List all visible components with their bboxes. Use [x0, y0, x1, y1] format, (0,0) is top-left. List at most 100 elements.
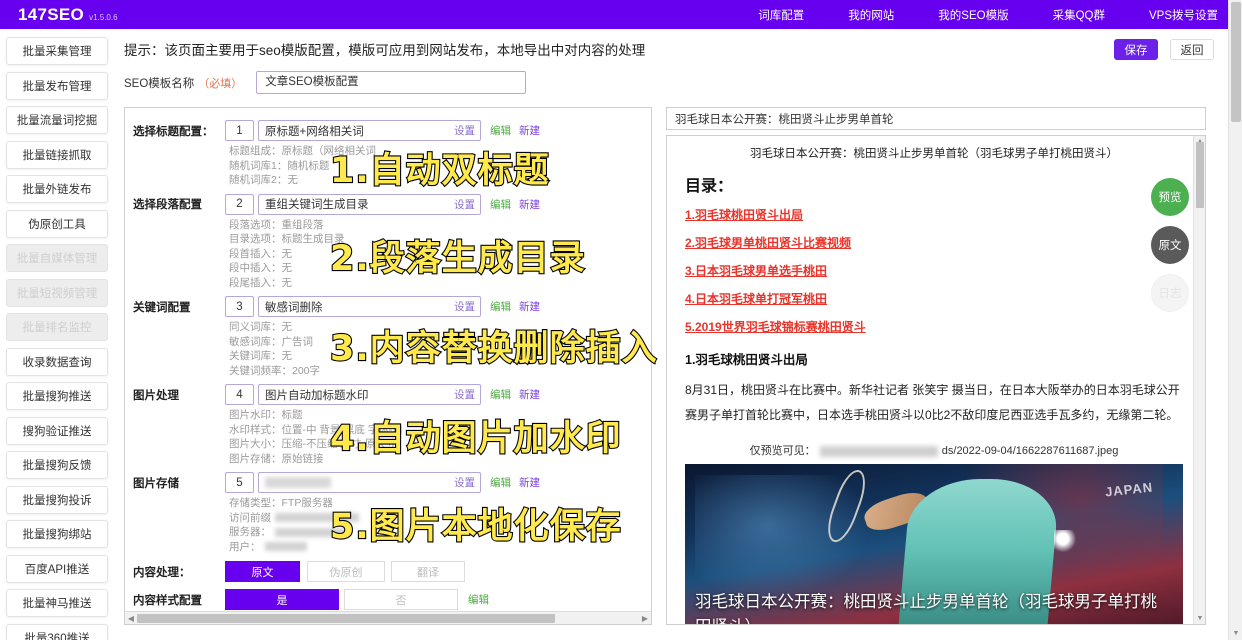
- config-set-title[interactable]: 设置: [454, 123, 475, 138]
- config-select-keyword[interactable]: 敏感词删除 设置: [258, 296, 481, 317]
- toc-link-3[interactable]: 3.日本羽毛球男单选手桃田: [685, 262, 1183, 279]
- sidebar: 批量采集管理 批量发布管理 批量流量词挖掘 批量链接抓取 批量外链发布 伪原创工…: [0, 29, 114, 640]
- annotation-5: 5.图片本地化保存: [330, 498, 622, 549]
- preview-panel: 羽毛球日本公开赛：桃田贤斗止步男单首轮（羽毛球男子单打桃田贤斗） 目录： 1.羽…: [666, 135, 1206, 625]
- config-new-title[interactable]: 新建: [519, 123, 540, 138]
- config-select-title[interactable]: 原标题+网络相关词 设置: [258, 120, 481, 141]
- original-text-button[interactable]: 原文: [1151, 226, 1189, 264]
- config-set-keyword[interactable]: 设置: [454, 299, 475, 314]
- content-style-label: 内容样式配置: [133, 592, 225, 608]
- content-style-row: 内容样式配置 是 否 编辑: [133, 589, 651, 610]
- config-value-keyword: 敏感词删除: [265, 299, 323, 315]
- page-scroll-thumb[interactable]: [1231, 2, 1241, 122]
- sidebar-item-shenma-push[interactable]: 批量神马推送: [6, 589, 108, 617]
- config-edit-image-process[interactable]: 编辑: [490, 387, 511, 402]
- page-scrollbar[interactable]: ▲ ▼: [1228, 0, 1242, 640]
- config-value-image-process: 图片自动加标题水印: [265, 387, 369, 403]
- sidebar-item-batch-publish[interactable]: 批量发布管理: [6, 72, 108, 100]
- sidebar-item-traffic-keyword[interactable]: 批量流量词挖掘: [6, 106, 108, 134]
- sidebar-item-baidu-api-push[interactable]: 百度API推送: [6, 555, 108, 583]
- config-index-title[interactable]: 1: [225, 120, 254, 141]
- config-edit-keyword[interactable]: 编辑: [490, 299, 511, 314]
- toc-link-4[interactable]: 4.日本羽毛球单打冠军桃田: [685, 290, 1183, 307]
- top-navigation: 词库配置 我的网站 我的SEO模版 采集QQ群 VPS拨号设置: [714, 7, 1242, 23]
- config-panel-hscrollbar[interactable]: ◀ ▶: [125, 611, 651, 624]
- nav-item-qq-group[interactable]: 采集QQ群: [1053, 7, 1105, 23]
- sidebar-item-batch-collect[interactable]: 批量采集管理: [6, 37, 108, 65]
- sidebar-item-sogou-bind-site[interactable]: 批量搜狗绑站: [6, 520, 108, 548]
- nav-item-vps-settings[interactable]: VPS拨号设置: [1149, 7, 1218, 23]
- content-process-option-pseudo[interactable]: 伪原创: [307, 561, 385, 582]
- config-set-paragraph[interactable]: 设置: [454, 197, 475, 212]
- config-label-keyword: 关键词配置: [133, 299, 225, 315]
- config-label-title: 选择标题配置：: [133, 123, 225, 139]
- config-set-image-storage[interactable]: 设置: [454, 475, 475, 490]
- template-name-input[interactable]: 文章SEO模板配置: [256, 71, 526, 94]
- config-actions-image-process: 编辑 新建: [490, 387, 540, 402]
- config-new-keyword[interactable]: 新建: [519, 299, 540, 314]
- nav-item-cikupeizhi[interactable]: 词库配置: [758, 7, 804, 23]
- sidebar-item-sogou-feedback[interactable]: 批量搜狗反馈: [6, 451, 108, 479]
- config-index-image-storage[interactable]: 5: [225, 472, 254, 493]
- config-value-title: 原标题+网络相关词: [265, 123, 364, 139]
- config-edit-image-storage[interactable]: 编辑: [490, 475, 511, 490]
- hscroll-thumb[interactable]: [137, 614, 555, 623]
- sidebar-item-short-video: 批量短视频管理: [6, 279, 108, 307]
- config-edit-title[interactable]: 编辑: [490, 123, 511, 138]
- brand-version: v1.5.0.6: [89, 13, 117, 22]
- config-new-image-storage[interactable]: 新建: [519, 475, 540, 490]
- preview-button[interactable]: 预览: [1151, 178, 1189, 216]
- preview-vscrollbar[interactable]: ▲ ▼: [1193, 136, 1205, 624]
- config-index-paragraph[interactable]: 2: [225, 194, 254, 215]
- save-button[interactable]: 保存: [1114, 39, 1158, 60]
- image-watermark-text: 羽毛球日本公开赛：桃田贤斗止步男单首轮（羽毛球男子单打桃田贤斗）: [685, 590, 1183, 625]
- nav-item-my-seo-template[interactable]: 我的SEO模版: [938, 7, 1008, 23]
- sidebar-item-index-query[interactable]: 收录数据查询: [6, 348, 108, 376]
- sidebar-item-rank-monitor: 批量排名监控: [6, 313, 108, 341]
- sidebar-item-external-link[interactable]: 批量外链发布: [6, 175, 108, 203]
- config-row-paragraph: 选择段落配置 2 重组关键词生成目录 设置 编辑 新建: [133, 194, 651, 215]
- image-url-suffix: ds/2022-09-04/1662287611687.jpeg: [942, 445, 1119, 457]
- sidebar-item-sogou-verify-push[interactable]: 搜狗验证推送: [6, 417, 108, 445]
- config-edit-paragraph[interactable]: 编辑: [490, 197, 511, 212]
- sidebar-item-sogou-complaint[interactable]: 批量搜狗投诉: [6, 486, 108, 514]
- config-value-image-storage: [265, 477, 331, 488]
- config-label-image-process: 图片处理: [133, 387, 225, 403]
- page-scroll-down-icon[interactable]: ▼: [1229, 627, 1242, 640]
- template-name-required-mark: （必填）: [198, 75, 242, 91]
- scroll-down-arrow-icon[interactable]: ▼: [1194, 613, 1206, 624]
- toc-link-2[interactable]: 2.羽毛球男单桃田贤斗比赛视频: [685, 234, 1183, 251]
- config-set-image-process[interactable]: 设置: [454, 387, 475, 402]
- content-process-option-translate[interactable]: 翻译: [391, 561, 465, 582]
- content-style-edit[interactable]: 编辑: [468, 592, 489, 607]
- config-actions-image-storage: 编辑 新建: [490, 475, 540, 490]
- sidebar-item-360-push[interactable]: 批量360推送: [6, 624, 108, 640]
- toc-link-1[interactable]: 1.羽毛球桃田贤斗出局: [685, 206, 1183, 223]
- content-style-option-no[interactable]: 否: [344, 589, 458, 610]
- config-select-paragraph[interactable]: 重组关键词生成目录 设置: [258, 194, 481, 215]
- config-new-image-process[interactable]: 新建: [519, 387, 540, 402]
- config-select-image-process[interactable]: 图片自动加标题水印 设置: [258, 384, 481, 405]
- toc-link-5[interactable]: 5.2019世界羽毛球锦标赛桃田贤斗: [685, 318, 1183, 335]
- config-label-paragraph: 选择段落配置: [133, 196, 225, 212]
- sidebar-item-self-media: 批量自媒体管理: [6, 244, 108, 272]
- content-style-option-yes[interactable]: 是: [225, 589, 339, 610]
- content-process-option-original[interactable]: 原文: [225, 561, 300, 582]
- sidebar-item-pseudo-original-tool[interactable]: 伪原创工具: [6, 210, 108, 238]
- sidebar-item-link-crawl[interactable]: 批量链接抓取: [6, 141, 108, 169]
- image-url-line: 仅预览可见： ds/2022-09-04/1662287611687.jpeg: [685, 442, 1183, 458]
- vscroll-thumb[interactable]: [1196, 142, 1204, 208]
- annotation-3: 3.内容替换删除插入: [330, 320, 658, 371]
- template-name-row: SEO模板名称 （必填） 文章SEO模板配置: [124, 71, 526, 94]
- preview-content: 羽毛球日本公开赛：桃田贤斗止步男单首轮（羽毛球男子单打桃田贤斗） 目录： 1.羽…: [667, 136, 1205, 625]
- scroll-right-arrow-icon[interactable]: ▶: [639, 614, 651, 623]
- nav-item-my-site[interactable]: 我的网站: [848, 7, 894, 23]
- scroll-left-arrow-icon[interactable]: ◀: [125, 614, 137, 623]
- config-new-paragraph[interactable]: 新建: [519, 197, 540, 212]
- sidebar-item-sogou-push[interactable]: 批量搜狗推送: [6, 382, 108, 410]
- config-index-keyword[interactable]: 3: [225, 296, 254, 317]
- shuttlecock-icon: [1054, 530, 1076, 552]
- back-button[interactable]: 返回: [1170, 39, 1214, 60]
- config-select-image-storage[interactable]: 设置: [258, 472, 481, 493]
- config-index-image-process[interactable]: 4: [225, 384, 254, 405]
